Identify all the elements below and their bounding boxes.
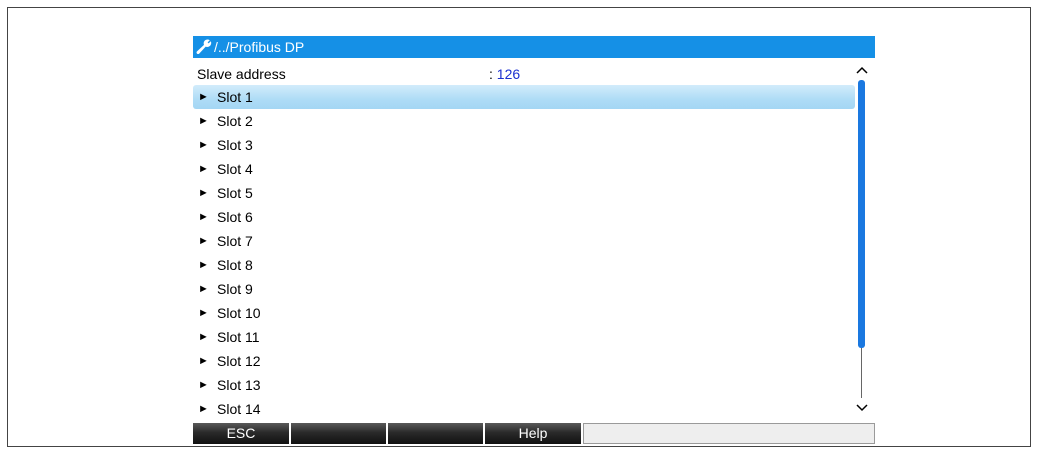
esc-softkey[interactable]: ESC xyxy=(193,423,291,444)
submenu-arrow-icon: ► xyxy=(198,139,209,151)
slot-item-label: Slot 11 xyxy=(217,329,260,345)
submenu-arrow-icon: ► xyxy=(198,187,209,199)
slave-address-value: 126 xyxy=(496,66,521,82)
submenu-arrow-icon: ► xyxy=(198,91,209,103)
slot-item-label: Slot 9 xyxy=(217,281,253,297)
submenu-arrow-icon: ► xyxy=(198,331,209,343)
slot-item-label: Slot 5 xyxy=(217,185,253,201)
slot-item[interactable]: ► Slot 2 xyxy=(193,109,855,133)
value-separator: : xyxy=(489,66,497,82)
slot-item-label: Slot 12 xyxy=(217,353,261,369)
slave-address-label: Slave address xyxy=(197,66,286,82)
slot-item-label: Slot 14 xyxy=(217,401,261,417)
slot-item-label: Slot 7 xyxy=(217,233,253,249)
submenu-arrow-icon: ► xyxy=(198,235,209,247)
slot-item-label: Slot 10 xyxy=(217,305,261,321)
slot-item-label: Slot 8 xyxy=(217,257,253,273)
slave-address-value-group: : 126 xyxy=(489,63,520,85)
submenu-arrow-icon: ► xyxy=(198,283,209,295)
submenu-arrow-icon: ► xyxy=(198,163,209,175)
slot-item[interactable]: ► Slot 13 xyxy=(193,373,855,397)
wrench-icon xyxy=(196,39,212,55)
slot-item[interactable]: ► Slot 11 xyxy=(193,325,855,349)
slave-address-row: Slave address : 126 xyxy=(197,63,857,85)
slot-item-label: Slot 6 xyxy=(217,209,253,225)
slot-item-label: Slot 3 xyxy=(217,137,253,153)
slot-item[interactable]: ► Slot 3 xyxy=(193,133,855,157)
submenu-arrow-icon: ► xyxy=(198,379,209,391)
submenu-arrow-icon: ► xyxy=(198,115,209,127)
slot-item[interactable]: ► Slot 9 xyxy=(193,277,855,301)
slot-list: ► Slot 1 ► Slot 2 ► Slot 3 ► Slot 4 ► Slot 5 ► Slot… xyxy=(193,85,855,421)
slot-item[interactable]: ► Slot 4 xyxy=(193,157,855,181)
slot-item[interactable]: ► Slot 6 xyxy=(193,205,855,229)
device-display-frame: /../Profibus DP Slave address : 126 ► Slo… xyxy=(7,7,1031,447)
slot-item[interactable]: ► Slot 14 xyxy=(193,397,855,421)
title-bar: /../Profibus DP xyxy=(193,36,875,58)
submenu-arrow-icon: ► xyxy=(198,355,209,367)
slot-item[interactable]: ► Slot 1 xyxy=(193,85,855,109)
softkey-3[interactable] xyxy=(388,423,485,444)
status-field xyxy=(583,423,875,444)
slot-item[interactable]: ► Slot 5 xyxy=(193,181,855,205)
slot-item-label: Slot 1 xyxy=(217,89,253,105)
submenu-arrow-icon: ► xyxy=(198,307,209,319)
scroll-down-icon[interactable] xyxy=(855,400,869,414)
slot-item[interactable]: ► Slot 10 xyxy=(193,301,855,325)
slot-item-label: Slot 2 xyxy=(217,113,253,129)
title-path: /../Profibus DP xyxy=(214,39,305,55)
submenu-arrow-icon: ► xyxy=(198,403,209,415)
slot-item[interactable]: ► Slot 8 xyxy=(193,253,855,277)
slot-item-label: Slot 4 xyxy=(217,161,253,177)
softkey-2[interactable] xyxy=(291,423,388,444)
submenu-arrow-icon: ► xyxy=(198,259,209,271)
scroll-up-icon[interactable] xyxy=(855,64,869,78)
slot-item-label: Slot 13 xyxy=(217,377,261,393)
help-softkey[interactable]: Help xyxy=(485,423,583,444)
submenu-arrow-icon: ► xyxy=(198,211,209,223)
menu-screen: /../Profibus DP Slave address : 126 ► Slo… xyxy=(193,36,875,444)
slot-item[interactable]: ► Slot 7 xyxy=(193,229,855,253)
slot-item[interactable]: ► Slot 12 xyxy=(193,349,855,373)
scrollbar-thumb[interactable] xyxy=(858,80,865,348)
softkey-bar: ESC Help xyxy=(193,423,875,444)
